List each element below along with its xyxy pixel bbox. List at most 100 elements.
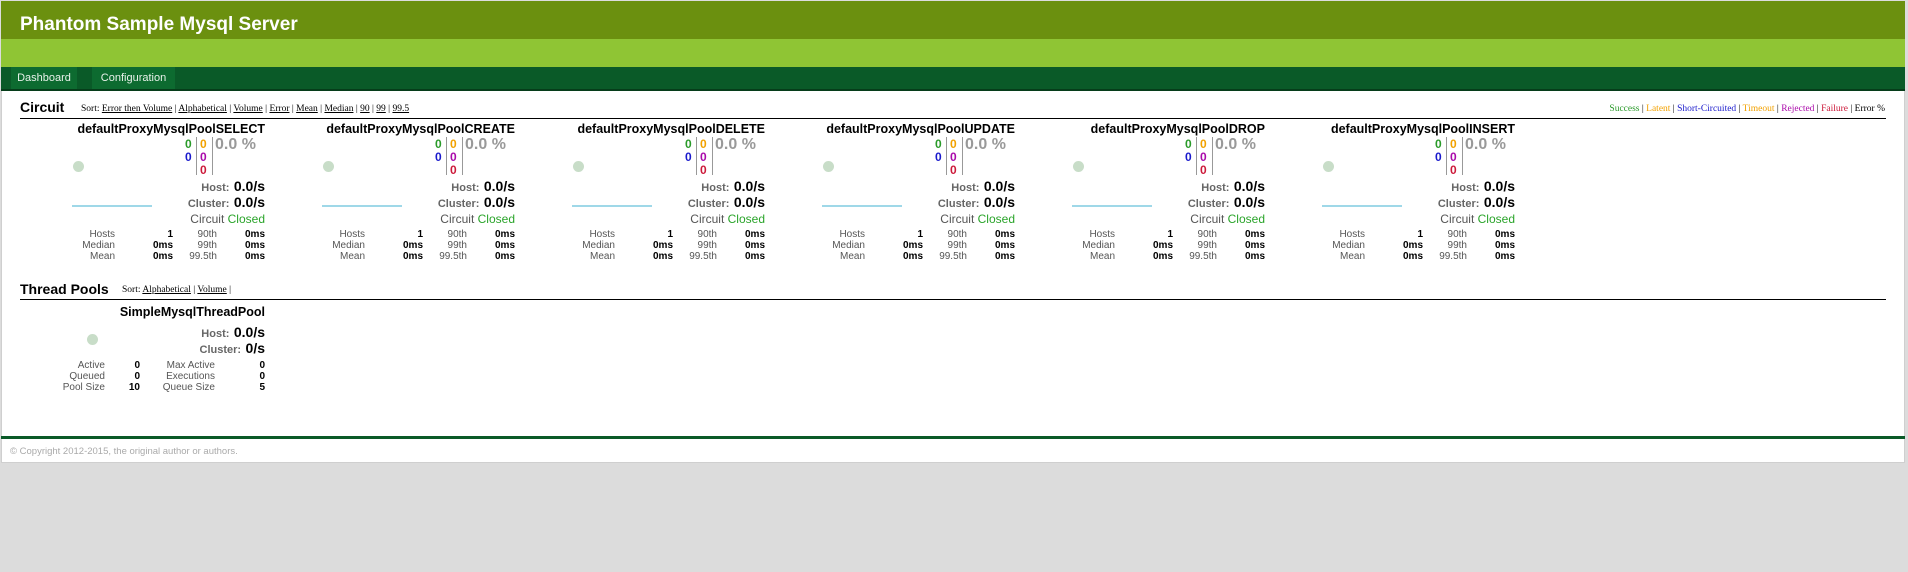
success-count: 0 xyxy=(1435,137,1442,151)
circuit-card: defaultProxyMysqlPoolUPDATE 0 0 0 0 0 0.0 % Hos… xyxy=(815,122,1015,262)
hosts-label: Hosts xyxy=(89,229,115,240)
circuit-sparkline xyxy=(572,205,652,207)
count-separator xyxy=(212,137,213,175)
thread-sort-volume[interactable]: Volume xyxy=(197,285,226,295)
p995-label: 99.5th xyxy=(689,251,717,262)
circuit-name: defaultProxyMysqlPoolDELETE xyxy=(577,122,765,136)
thread-pool-size-label: Pool Size xyxy=(62,382,105,393)
sort-99[interactable]: 99 xyxy=(376,104,386,114)
circuit-section-title: Circuit xyxy=(20,99,65,115)
hosts-label: Hosts xyxy=(1089,229,1115,240)
thread-cluster-row: Cluster: 0/s xyxy=(200,340,265,358)
count-separator xyxy=(1196,137,1197,175)
host-label: Host: xyxy=(1451,182,1480,194)
cluster-rate-row: Cluster: 0.0/s xyxy=(688,194,765,212)
host-rate: 0.0/s xyxy=(1483,178,1515,194)
sort-99-5[interactable]: 99.5 xyxy=(392,104,409,114)
p995-value: 0ms xyxy=(994,251,1015,262)
host-label: Host: xyxy=(701,182,730,194)
circuit-sparkline xyxy=(822,205,902,207)
sort-error[interactable]: Error xyxy=(269,104,289,114)
circuit-card: defaultProxyMysqlPoolINSERT 0 0 0 0 0 0.0 % Hos… xyxy=(1315,122,1515,262)
tab-dashboard[interactable]: Dashboard xyxy=(11,67,77,89)
thread-cluster-label: Cluster: xyxy=(199,344,242,356)
count-separator xyxy=(462,137,463,175)
count-separator xyxy=(1212,137,1213,175)
p90-label: 90th xyxy=(1197,229,1217,240)
thread-sort-bar: Sort: Alphabetical | Volume | xyxy=(122,285,232,295)
legend-short-circuited: Short-Circuited xyxy=(1677,104,1737,114)
cluster-rate: 0.0/s xyxy=(733,194,765,210)
cluster-rate-row: Cluster: 0.0/s xyxy=(1438,194,1515,212)
circuit-label: Circuit xyxy=(1190,212,1225,226)
circuit-status: Closed xyxy=(977,212,1015,226)
cluster-label: Cluster: xyxy=(187,198,230,210)
hosts-label: Hosts xyxy=(1339,229,1365,240)
count-separator xyxy=(946,137,947,175)
failure-count: 0 xyxy=(700,163,707,177)
sort-error-then-volume[interactable]: Error then Volume xyxy=(102,104,172,114)
circuit-name: defaultProxyMysqlPoolSELECT xyxy=(77,122,265,136)
circuit-name: defaultProxyMysqlPoolDROP xyxy=(1090,122,1265,136)
count-separator xyxy=(696,137,697,175)
p99-label: 99th xyxy=(697,240,717,251)
mean-label: Mean xyxy=(1339,251,1365,262)
legend-latent: Latent xyxy=(1646,104,1671,114)
cluster-rate: 0.0/s xyxy=(1483,194,1515,210)
timeout-count: 0 xyxy=(950,137,957,151)
circuit-card: defaultProxyMysqlPoolDELETE 0 0 0 0 0 0.0 % Hos… xyxy=(565,122,765,262)
circuit-card: defaultProxyMysqlPoolDROP 0 0 0 0 0 0.0 % Host:… xyxy=(1065,122,1265,262)
footer-divider xyxy=(1,436,1905,439)
circuit-status: Closed xyxy=(1477,212,1515,226)
failure-count: 0 xyxy=(200,163,207,177)
median-value: 0ms xyxy=(1402,240,1423,251)
cluster-rate: 0.0/s xyxy=(483,194,515,210)
host-rate: 0.0/s xyxy=(733,178,765,194)
legend-rejected: Rejected xyxy=(1781,104,1815,114)
p99-label: 99th xyxy=(947,240,967,251)
thread-sort-label: Sort: xyxy=(122,285,141,295)
p995-value: 0ms xyxy=(744,251,765,262)
sort-mean[interactable]: Mean xyxy=(296,104,318,114)
tab-configuration[interactable]: Configuration xyxy=(92,67,175,89)
success-count: 0 xyxy=(935,137,942,151)
count-separator xyxy=(962,137,963,175)
p90-value: 0ms xyxy=(1244,229,1265,240)
rejected-count: 0 xyxy=(1450,150,1457,164)
timeout-count: 0 xyxy=(1450,137,1457,151)
mean-value: 0ms xyxy=(652,251,673,262)
timeout-count: 0 xyxy=(1200,137,1207,151)
mean-value: 0ms xyxy=(902,251,923,262)
latency-stats: Hosts Median Mean 1 0ms 0ms 90th 99th 99.5th 0ms 0… xyxy=(1315,229,1515,262)
sort-alphabetical[interactable]: Alphabetical xyxy=(178,104,227,114)
hosts-value: 1 xyxy=(167,229,173,240)
short-circuited-count: 0 xyxy=(685,150,692,164)
thread-divider xyxy=(20,299,1886,300)
median-label: Median xyxy=(332,240,365,251)
circuit-health-dot xyxy=(73,161,84,172)
sort-90[interactable]: 90 xyxy=(360,104,370,114)
sort-volume[interactable]: Volume xyxy=(233,104,262,114)
median-value: 0ms xyxy=(652,240,673,251)
short-circuited-count: 0 xyxy=(185,150,192,164)
p90-label: 90th xyxy=(447,229,467,240)
thread-queue-size-label: Queue Size xyxy=(162,382,215,393)
error-percentage: 0.0 % xyxy=(1215,136,1256,153)
sort-median[interactable]: Median xyxy=(324,104,353,114)
p995-value: 0ms xyxy=(1494,251,1515,262)
mean-label: Mean xyxy=(339,251,365,262)
median-value: 0ms xyxy=(902,240,923,251)
thread-queued-label: Queued xyxy=(69,371,105,382)
success-count: 0 xyxy=(435,137,442,151)
host-rate: 0.0/s xyxy=(483,178,515,194)
hosts-label: Hosts xyxy=(339,229,365,240)
circuit-card: defaultProxyMysqlPoolCREATE 0 0 0 0 0 0.0 % Hos… xyxy=(315,122,515,262)
thread-sort-alphabetical[interactable]: Alphabetical xyxy=(142,285,191,295)
hosts-label: Hosts xyxy=(839,229,865,240)
rejected-count: 0 xyxy=(1200,150,1207,164)
failure-count: 0 xyxy=(450,163,457,177)
cluster-rate: 0.0/s xyxy=(983,194,1015,210)
cluster-rate: 0.0/s xyxy=(233,194,265,210)
circuit-sparkline xyxy=(1322,205,1402,207)
mean-label: Mean xyxy=(839,251,865,262)
